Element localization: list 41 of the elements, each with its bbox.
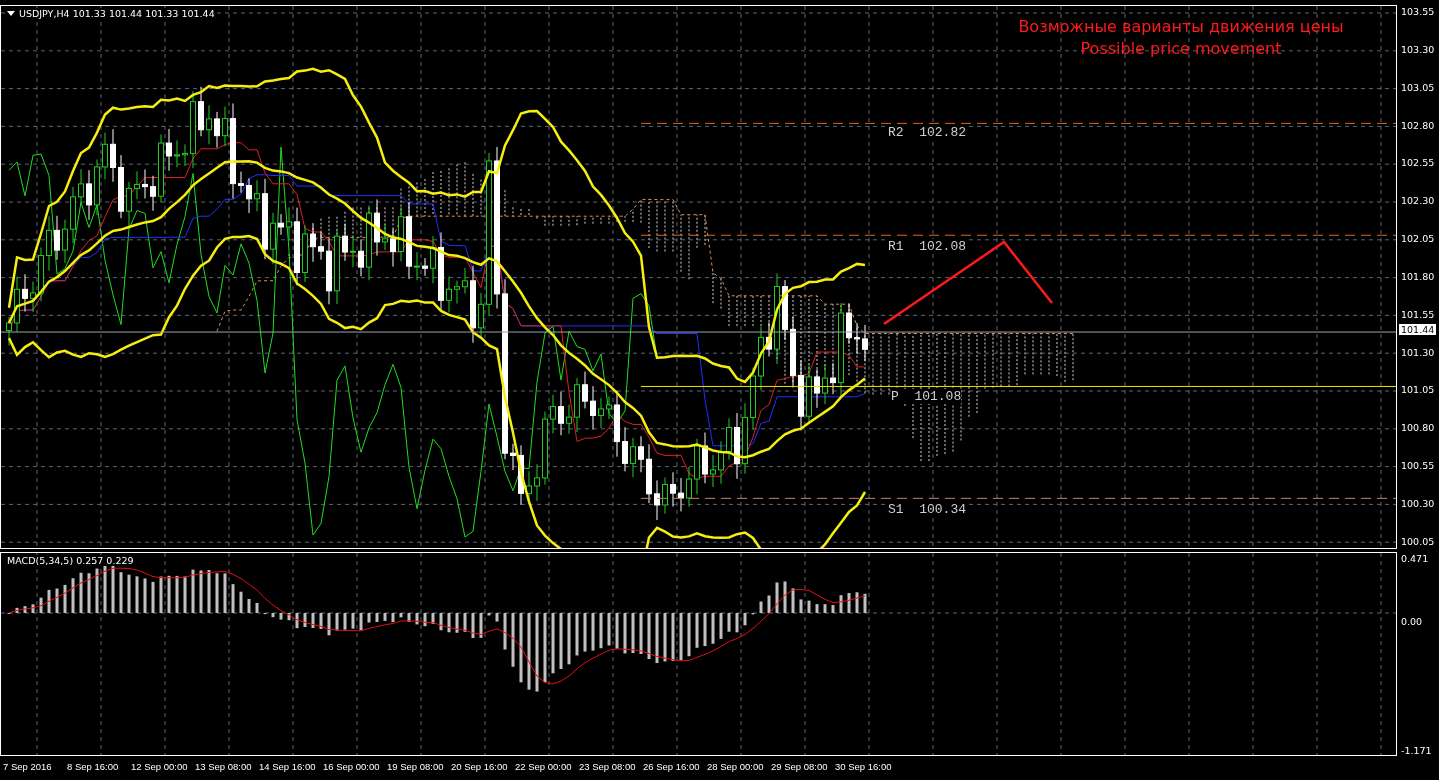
time-tick: 26 Sep 16:00 (643, 761, 701, 772)
price-tick: 103.55 (1401, 6, 1435, 17)
time-tick: 22 Sep 00:00 (515, 761, 573, 772)
price-tick: 101.05 (1401, 384, 1435, 396)
time-tick: 30 Sep 16:00 (835, 761, 893, 772)
current-price-tag: 101.44 (1399, 324, 1437, 336)
price-tick: 102.55 (1401, 157, 1435, 169)
annotation-text: Возможные варианты движения цены (1017, 16, 1345, 38)
price-tick: 100.55 (1401, 460, 1435, 472)
time-tick: 20 Sep 16:00 (451, 761, 509, 772)
time-tick: 8 Sep 16:00 (67, 761, 120, 772)
price-tick: 102.80 (1401, 119, 1435, 131)
time-tick: 13 Sep 08:00 (195, 761, 253, 772)
price-tick: 100.30 (1401, 497, 1435, 509)
price-tick: 103.30 (1401, 43, 1435, 55)
price-tick: 100.05 (1401, 535, 1435, 547)
macd-tick: 0.00 (1401, 616, 1424, 627)
level-label: R2 102.82 (888, 125, 966, 140)
time-tick: 28 Sep 00:00 (707, 761, 765, 772)
price-tick: 102.30 (1401, 195, 1435, 207)
level-label: S1 100.34 (888, 502, 966, 517)
time-tick: 7 Sep 2016 (3, 761, 53, 772)
time-tick: 16 Sep 00:00 (323, 761, 381, 772)
symbol-text: USDJPY,H4 101.33 101.44 101.33 101.44 (19, 8, 215, 19)
time-tick: 14 Sep 16:00 (259, 761, 317, 772)
macd-tick: 0.471 (1401, 553, 1430, 564)
time-tick: 12 Sep 00:00 (131, 761, 189, 772)
price-tick: 101.80 (1401, 270, 1435, 282)
price-tick: 102.05 (1401, 233, 1435, 245)
macd-label: MACD(5,34,5) 0.257 0.229 (7, 555, 136, 566)
price-tick: 101.55 (1401, 308, 1435, 320)
time-tick: 23 Sep 08:00 (579, 761, 637, 772)
price-tick: 103.05 (1401, 81, 1435, 93)
price-tick: 100.80 (1401, 422, 1435, 434)
macd-tick: -1.171 (1401, 745, 1432, 756)
price-tick: 101.30 (1401, 346, 1435, 358)
level-label: P 101.08 (891, 389, 962, 404)
time-tick: 29 Sep 08:00 (771, 761, 829, 772)
annotation-text: Possible price movement (1079, 38, 1283, 60)
dropdown-icon[interactable] (7, 11, 15, 16)
time-tick: 19 Sep 08:00 (387, 761, 445, 772)
